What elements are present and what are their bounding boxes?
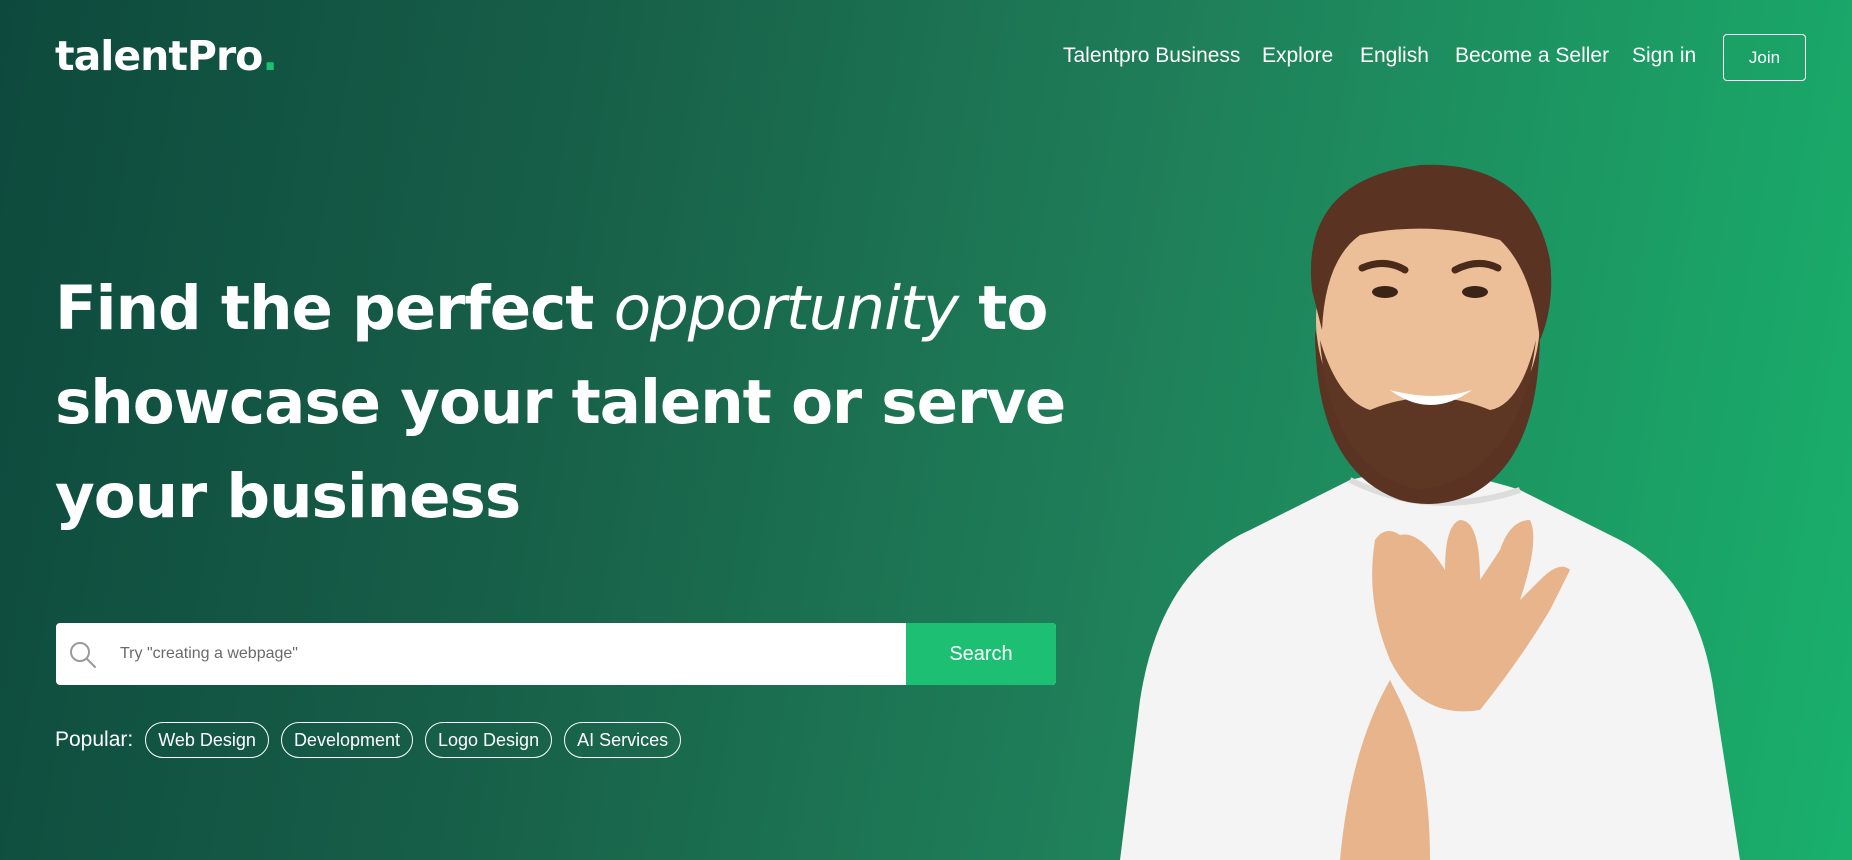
search-bar: Search: [56, 623, 1056, 685]
popular-label: Popular:: [55, 728, 134, 751]
nav-explore[interactable]: Explore: [1262, 44, 1333, 68]
hero-person-image: [1120, 164, 1740, 860]
tag-logo-design[interactable]: Logo Design: [425, 722, 553, 758]
tag-ai-services[interactable]: AI Services: [564, 722, 682, 758]
nav-talentpro-business[interactable]: Talentpro Business: [1063, 44, 1240, 68]
headline-emphasis: opportunity: [613, 273, 959, 344]
tag-web-design[interactable]: Web Design: [145, 722, 269, 758]
join-button[interactable]: Join: [1723, 34, 1806, 81]
nav-become-seller[interactable]: Become a Seller: [1455, 44, 1609, 68]
search-icon: [70, 642, 96, 668]
hero-headline: Find the perfect opportunity to showcase…: [55, 262, 1075, 544]
search-input[interactable]: [120, 623, 960, 685]
logo[interactable]: talentPro.: [55, 32, 278, 80]
logo-text: talentPro: [55, 32, 263, 80]
popular-tags: Popular: Web Design Development Logo Des…: [55, 722, 693, 758]
logo-dot: .: [262, 32, 278, 80]
tag-development[interactable]: Development: [280, 722, 413, 758]
nav-sign-in[interactable]: Sign in: [1632, 44, 1696, 68]
search-button[interactable]: Search: [906, 623, 1056, 685]
nav-english[interactable]: English: [1360, 44, 1429, 68]
site-header: talentPro. Talentpro Business Explore En…: [0, 0, 1852, 115]
headline-part1: Find the perfect: [55, 273, 614, 344]
